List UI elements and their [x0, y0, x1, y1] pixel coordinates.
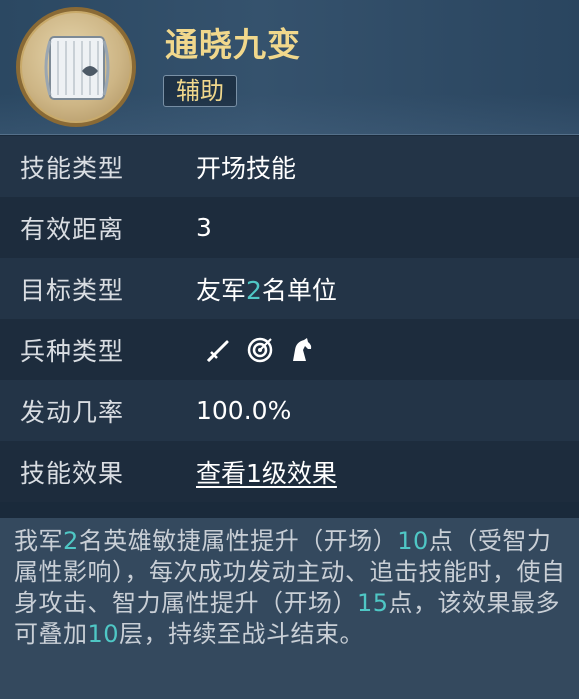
row-skill-effect: 技能效果 查看1级效果: [0, 441, 579, 502]
row-troop-type: 兵种类型: [0, 319, 579, 380]
view-effect-link[interactable]: 查看1级效果: [196, 454, 337, 490]
row-target-type: 目标类型 友军2名单位: [0, 258, 579, 319]
desc-text: 名英雄敏捷属性提升（开场）: [78, 527, 398, 555]
row-value: 100.0%: [196, 396, 292, 425]
row-label: 发动几率: [20, 397, 125, 427]
scroll-icon: [16, 7, 136, 127]
row-skill-type: 技能类型 开场技能: [0, 136, 579, 197]
skill-tag-badge: 辅助: [163, 75, 237, 107]
row-range: 有效距离 3: [0, 197, 579, 258]
desc-number: 10: [397, 527, 429, 555]
row-trigger-rate: 发动几率 100.0%: [0, 380, 579, 441]
skill-attributes-table: 技能类型 开场技能 有效距离 3 目标类型 友军2名单位 兵种类型 发动几率 1…: [0, 136, 579, 518]
sword-icon: [205, 336, 233, 364]
value-number: 2: [246, 275, 262, 305]
row-label: 技能效果: [20, 458, 125, 488]
row-value: 友军2名单位: [196, 271, 337, 307]
row-label: 兵种类型: [20, 336, 125, 366]
troop-icons: [205, 336, 315, 364]
skill-description: 我军2名英雄敏捷属性提升（开场）10点（受智力属性影响），每次成功发动主动、追击…: [0, 518, 579, 699]
row-value: 开场技能: [196, 153, 297, 183]
skill-title: 通晓九变: [165, 25, 301, 64]
desc-number: 10: [87, 620, 120, 648]
row-value: 3: [196, 213, 212, 242]
row-label: 有效距离: [20, 214, 125, 244]
skill-header: 通晓九变 辅助: [0, 0, 579, 135]
target-icon: [246, 336, 274, 364]
row-label: 技能类型: [20, 153, 125, 183]
desc-text: 层，持续至战斗结束。: [119, 620, 365, 648]
desc-number: 15: [357, 589, 389, 617]
row-label: 目标类型: [20, 275, 125, 305]
value-text: 名单位: [261, 275, 337, 305]
horse-icon: [287, 336, 315, 364]
desc-number: 2: [63, 527, 79, 555]
value-text: 友军: [196, 275, 247, 305]
desc-text: 我军: [14, 527, 63, 555]
